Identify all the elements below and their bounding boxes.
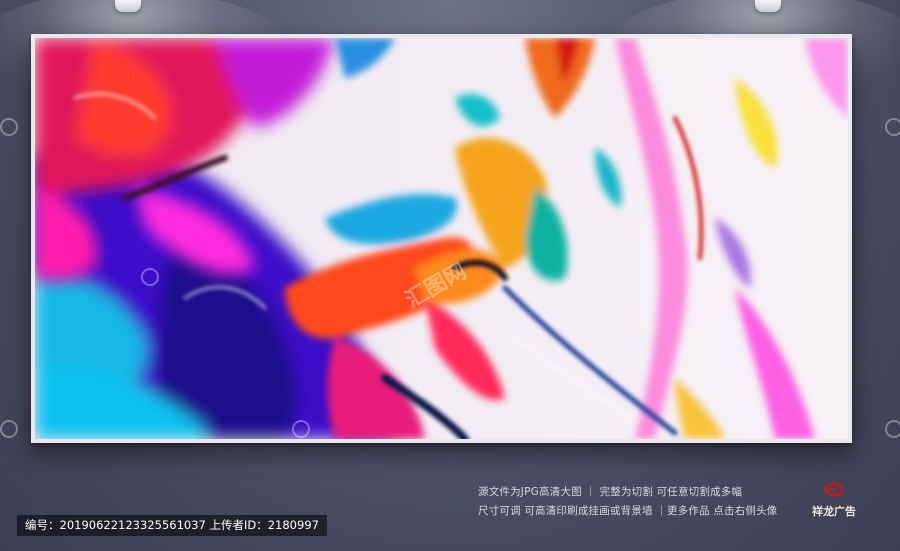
watermark-icon: [141, 268, 159, 286]
dragon-logo-icon: [823, 482, 844, 497]
watermark-icon: [0, 118, 18, 136]
artwork-frame: [31, 34, 852, 443]
watermark-icon: [885, 420, 900, 438]
lamp-left: [115, 0, 141, 12]
abstract-painting: [35, 38, 848, 439]
info-line-2: 尺寸可调 可高清印刷成挂画或背景墙 ｜更多作品 点击右侧头像: [478, 505, 778, 517]
watermark-icon: [0, 420, 18, 438]
info-line-1: 源文件为JPG高清大图 ｜ 完整为切割 可任意切割成多幅: [478, 486, 743, 498]
id-bar: 编号：20190622123325561037 上传者ID：2180997: [17, 515, 327, 536]
brand-name: 祥龙广告: [812, 505, 856, 518]
watermark-icon: [292, 420, 310, 438]
watermark-icon: [885, 118, 900, 136]
lamp-right: [755, 0, 781, 12]
